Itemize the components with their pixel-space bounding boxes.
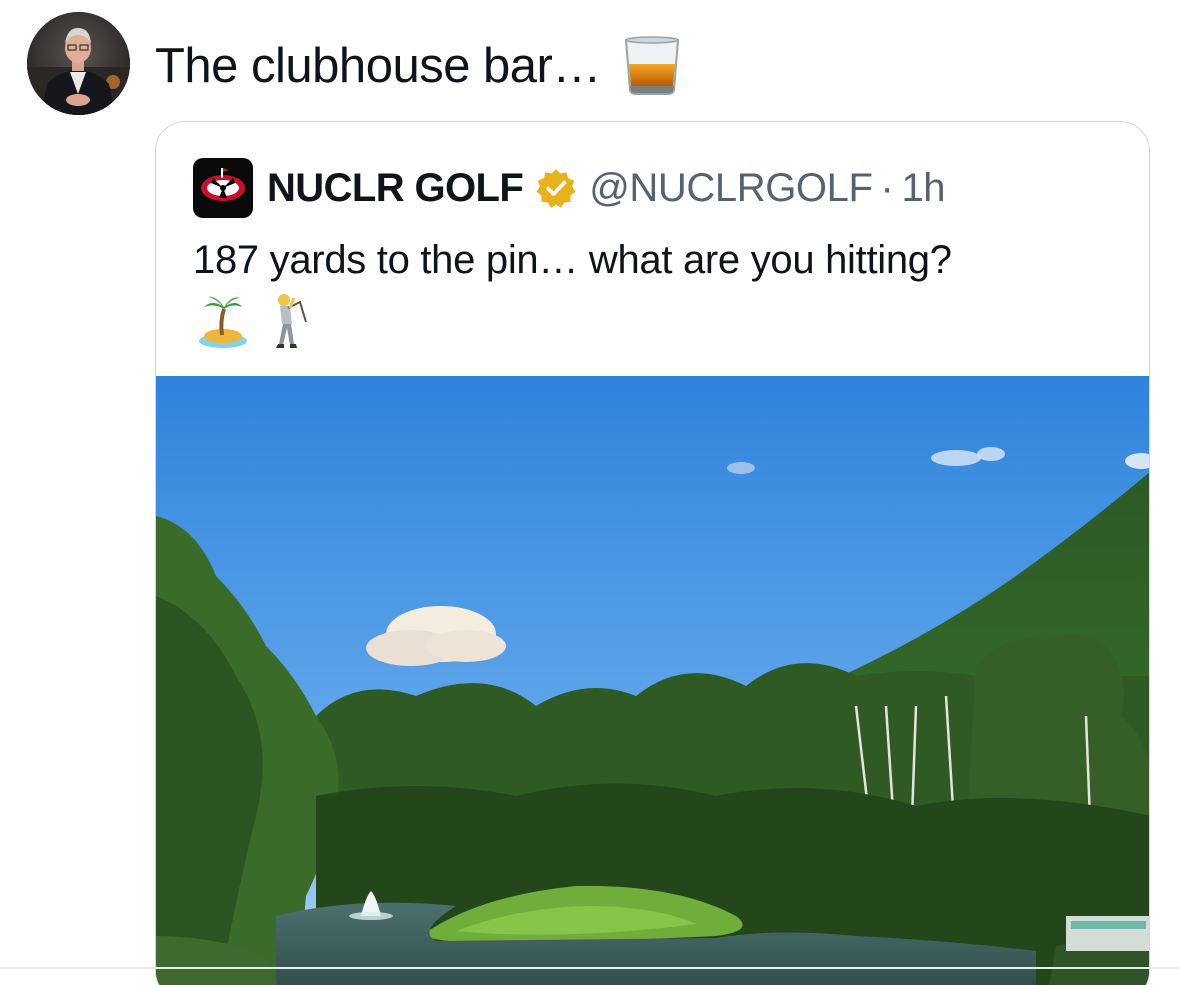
quoted-timestamp[interactable]: 1h xyxy=(901,166,945,211)
quoted-tweet-card[interactable]: NUCLR GOLF @NUCLRGOLF · 1h 187 yards to … xyxy=(155,121,1150,985)
tweet-text: The clubhouse bar… xyxy=(155,34,681,98)
quoted-tweet-text: 187 yards to the pin… what are you hitti… xyxy=(193,238,952,282)
tumbler-glass-icon xyxy=(624,36,679,95)
desert-island-icon xyxy=(199,296,247,348)
divider xyxy=(0,967,1179,969)
golf-course-photo[interactable] xyxy=(156,376,1150,985)
verified-badge-icon xyxy=(536,169,576,208)
quoted-emoji-row xyxy=(198,292,310,350)
quoted-display-name[interactable]: NUCLR GOLF xyxy=(267,166,524,211)
quoted-tweet-header: NUCLR GOLF @NUCLRGOLF · 1h xyxy=(193,158,946,218)
avatar[interactable] xyxy=(27,12,130,115)
separator-dot: · xyxy=(880,165,894,210)
golfer-icon xyxy=(276,294,307,348)
profile-photo xyxy=(27,12,130,115)
nuclr-golf-logo-icon[interactable] xyxy=(193,158,253,218)
quoted-handle[interactable]: @NUCLRGOLF xyxy=(589,166,873,211)
tweet-view: The clubhouse bar… NUCLR GOLF @NUCLRGOLF… xyxy=(0,0,1179,985)
tweet-text-content: The clubhouse bar… xyxy=(155,39,601,93)
